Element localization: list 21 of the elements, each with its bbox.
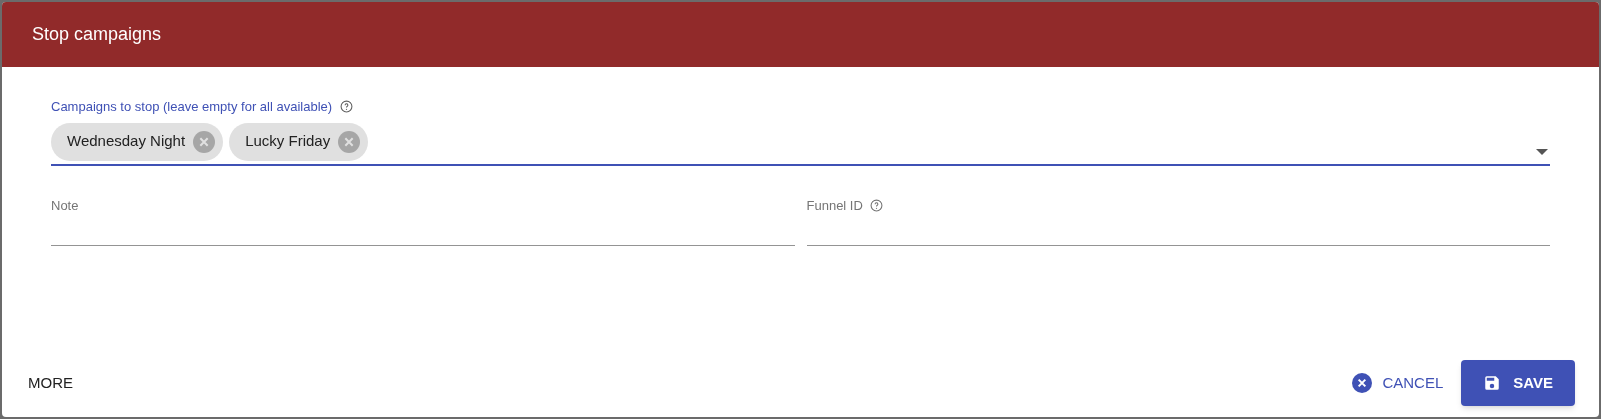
save-icon bbox=[1483, 374, 1502, 392]
campaign-chip[interactable]: Wednesday Night bbox=[51, 122, 224, 161]
cancel-button[interactable]: CANCEL bbox=[1344, 361, 1452, 405]
dropdown-caret-icon[interactable] bbox=[1536, 148, 1548, 155]
help-icon bbox=[869, 198, 883, 212]
field-label: Note bbox=[51, 196, 79, 215]
save-button[interactable]: SAVE bbox=[1461, 360, 1575, 406]
text-field[interactable]: Funnel ID bbox=[806, 189, 1550, 246]
field-label: Campaigns to stop (leave empty for all available) bbox=[51, 98, 333, 116]
campaigns-select[interactable]: Wednesday Night Lucky Friday bbox=[51, 122, 1550, 166]
remove-icon[interactable] bbox=[193, 130, 216, 153]
help-icon bbox=[340, 100, 354, 114]
field-label: Funnel ID bbox=[806, 196, 863, 215]
chip-label: Wednesday Night bbox=[67, 131, 186, 152]
chip-label: Lucky Friday bbox=[245, 131, 331, 152]
campaign-chip[interactable]: Lucky Friday bbox=[229, 122, 369, 161]
more-button[interactable]: MORE bbox=[26, 371, 75, 395]
text-field[interactable]: Note bbox=[51, 189, 795, 246]
dialog-title: Stop campaigns bbox=[32, 23, 162, 46]
remove-icon[interactable] bbox=[338, 130, 361, 153]
cancel-icon bbox=[1352, 373, 1373, 393]
